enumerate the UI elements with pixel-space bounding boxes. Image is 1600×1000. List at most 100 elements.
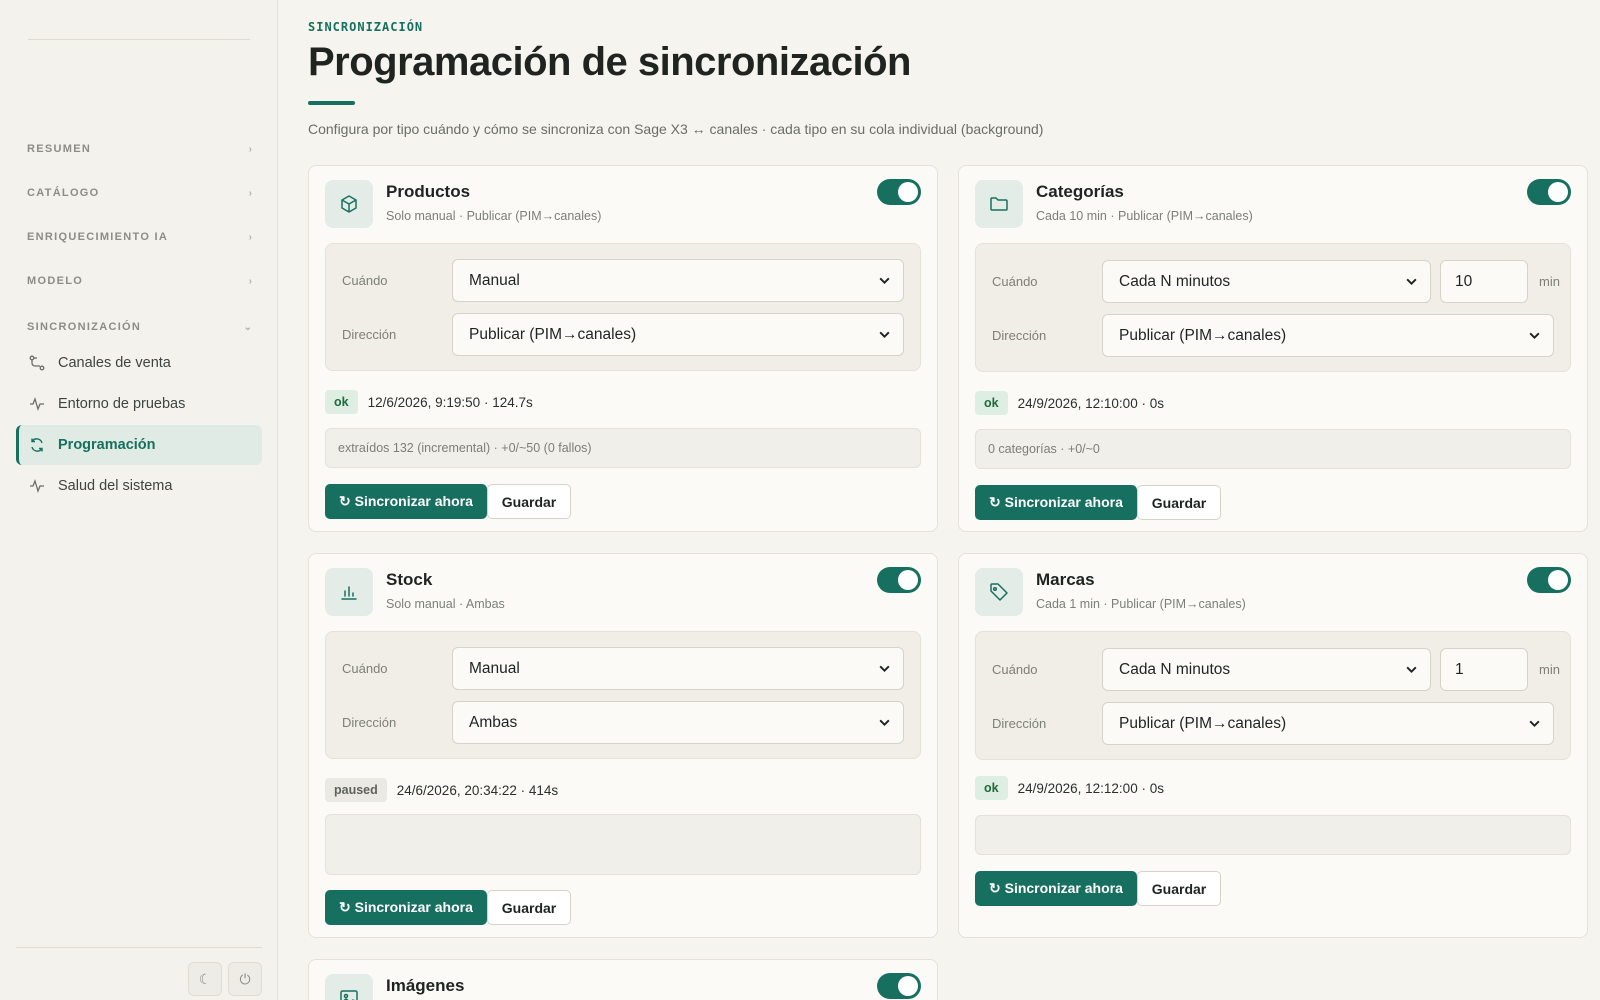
chevron-down-icon (879, 331, 890, 339)
config-panel: Cuándo Manual Dirección Publicar (PIM→ca… (325, 243, 921, 371)
config-panel: Cuándo Cada N minutos 10 min Dirección P… (975, 243, 1571, 372)
last-run-text: 24/9/2026, 12:12:00 · 0s (1017, 780, 1164, 796)
sidebar-section-label: ENRIQUECIMIENTO IA (27, 231, 169, 243)
channels-icon (28, 354, 46, 372)
title-underline (308, 101, 355, 105)
minutes-unit: min (1539, 662, 1560, 677)
direction-label: Dirección (342, 715, 397, 730)
sidebar-section-catalogo[interactable]: CATÁLOGO › (27, 183, 252, 203)
direction-value: Ambas (469, 713, 518, 731)
save-button[interactable]: Guardar (1137, 871, 1221, 906)
last-run-text: 24/6/2026, 20:34:22 · 414s (396, 782, 559, 798)
when-value: Manual (469, 271, 520, 289)
image-icon (325, 974, 373, 1000)
direction-select[interactable]: Publicar (PIM→canales) (1102, 702, 1554, 745)
activity-icon (28, 477, 46, 495)
status-badge: ok (975, 391, 1008, 415)
sync-now-button[interactable]: ↻ Sincronizar ahora (975, 485, 1137, 520)
enabled-toggle[interactable] (1527, 567, 1571, 593)
when-select[interactable]: Manual (452, 259, 904, 302)
direction-label: Dirección (992, 716, 1047, 731)
chevron-down-icon (1529, 332, 1540, 340)
sidebar-divider (16, 947, 262, 948)
enabled-toggle[interactable] (1527, 179, 1571, 205)
sidebar-section-resumen[interactable]: RESUMEN › (27, 139, 252, 159)
sidebar-section-label: SINCRONIZACIÓN (27, 321, 142, 333)
direction-select[interactable]: Ambas (452, 701, 904, 744)
sidebar-item-salud[interactable]: Salud del sistema (16, 466, 262, 506)
minutes-input[interactable]: 1 (1440, 648, 1528, 691)
status-row: ok 24/9/2026, 12:12:00 · 0s (975, 776, 1164, 800)
enabled-toggle[interactable] (877, 567, 921, 593)
status-badge: paused (325, 778, 387, 802)
when-value: Cada N minutos (1119, 272, 1231, 290)
status-row: ok 12/6/2026, 9:19:50 · 124.7s (325, 390, 533, 414)
theme-toggle-button[interactable]: ☾ (188, 962, 222, 996)
sync-now-button[interactable]: ↻ Sincronizar ahora (325, 890, 487, 925)
logout-button[interactable]: ⏻ (228, 962, 262, 996)
page-title: Programación de sincronización (308, 40, 911, 84)
toggle-knob (898, 182, 918, 202)
when-value: Manual (469, 659, 520, 677)
chevron-down-icon: ⌄ (243, 321, 252, 333)
chevron-right-icon: › (248, 187, 252, 199)
result-note: extraídos 132 (incremental) · +0/~50 (0 … (325, 428, 921, 468)
activity-icon (28, 395, 46, 413)
save-button[interactable]: Guardar (1137, 485, 1221, 520)
save-button[interactable]: Guardar (487, 484, 571, 519)
when-label: Cuándo (342, 661, 388, 676)
sync-now-button[interactable]: ↻ Sincronizar ahora (325, 484, 487, 519)
sidebar-section-modelo[interactable]: MODELO › (27, 271, 252, 291)
direction-select[interactable]: Publicar (PIM→canales) (452, 313, 904, 356)
sidebar-divider (28, 39, 250, 40)
box-icon (325, 180, 373, 228)
sidebar-item-label: Salud del sistema (58, 478, 173, 494)
sync-card-stock: Stock Solo manual · Ambas Cuándo Manual … (308, 553, 938, 938)
card-title: Productos (386, 182, 471, 201)
chevron-down-icon (879, 665, 890, 673)
chevron-right-icon: › (248, 231, 252, 243)
save-button[interactable]: Guardar (487, 890, 571, 925)
card-title: Marcas (1036, 570, 1095, 589)
sidebar-section-enriquecimiento[interactable]: ENRIQUECIMIENTO IA › (27, 227, 252, 247)
direction-label: Dirección (992, 328, 1047, 343)
minutes-unit: min (1539, 274, 1560, 289)
when-label: Cuándo (992, 274, 1038, 289)
result-note (975, 815, 1571, 855)
status-badge: ok (325, 390, 358, 414)
sync-card-imagenes: Imágenes (308, 959, 938, 1000)
direction-label: Dirección (342, 327, 397, 342)
status-row: ok 24/9/2026, 12:10:00 · 0s (975, 391, 1164, 415)
card-title: Categorías (1036, 182, 1124, 201)
direction-select[interactable]: Publicar (PIM→canales) (1102, 314, 1554, 357)
page-subtitle: Configura por tipo cuándo y cómo se sinc… (308, 121, 1044, 137)
sidebar-item-programacion[interactable]: Programación (16, 425, 262, 465)
result-note: 0 categorías · +0/~0 (975, 429, 1571, 469)
sidebar-section-sincronizacion[interactable]: SINCRONIZACIÓN ⌄ (27, 317, 252, 337)
sidebar-item-entorno[interactable]: Entorno de pruebas (16, 384, 262, 424)
config-panel: Cuándo Cada N minutos 1 min Dirección Pu… (975, 631, 1571, 760)
sync-card-categorias: Categorías Cada 10 min · Publicar (PIM→c… (958, 165, 1588, 532)
when-select[interactable]: Manual (452, 647, 904, 690)
chevron-down-icon (1406, 666, 1417, 674)
sidebar-item-canales[interactable]: Canales de venta (16, 343, 262, 383)
sidebar-item-label: Canales de venta (58, 355, 171, 371)
sidebar-section-label: RESUMEN (27, 143, 92, 155)
sidebar-section-label: CATÁLOGO (27, 187, 100, 199)
toggle-knob (1548, 570, 1568, 590)
tag-icon (975, 568, 1023, 616)
card-subtitle: Cada 1 min · Publicar (PIM→canales) (1036, 597, 1246, 611)
direction-value: Publicar (PIM→canales) (1119, 326, 1287, 344)
direction-value: Publicar (PIM→canales) (469, 325, 637, 343)
toggle-knob (898, 976, 918, 996)
when-select[interactable]: Cada N minutos (1102, 648, 1431, 691)
sync-now-button[interactable]: ↻ Sincronizar ahora (975, 871, 1137, 906)
enabled-toggle[interactable] (877, 973, 921, 999)
when-select[interactable]: Cada N minutos (1102, 260, 1431, 303)
enabled-toggle[interactable] (877, 179, 921, 205)
moon-icon: ☾ (198, 970, 212, 987)
sync-card-marcas: Marcas Cada 1 min · Publicar (PIM→canale… (958, 553, 1588, 938)
minutes-input[interactable]: 10 (1440, 260, 1528, 303)
bar-chart-icon (325, 568, 373, 616)
sidebar-item-label: Programación (58, 437, 156, 453)
